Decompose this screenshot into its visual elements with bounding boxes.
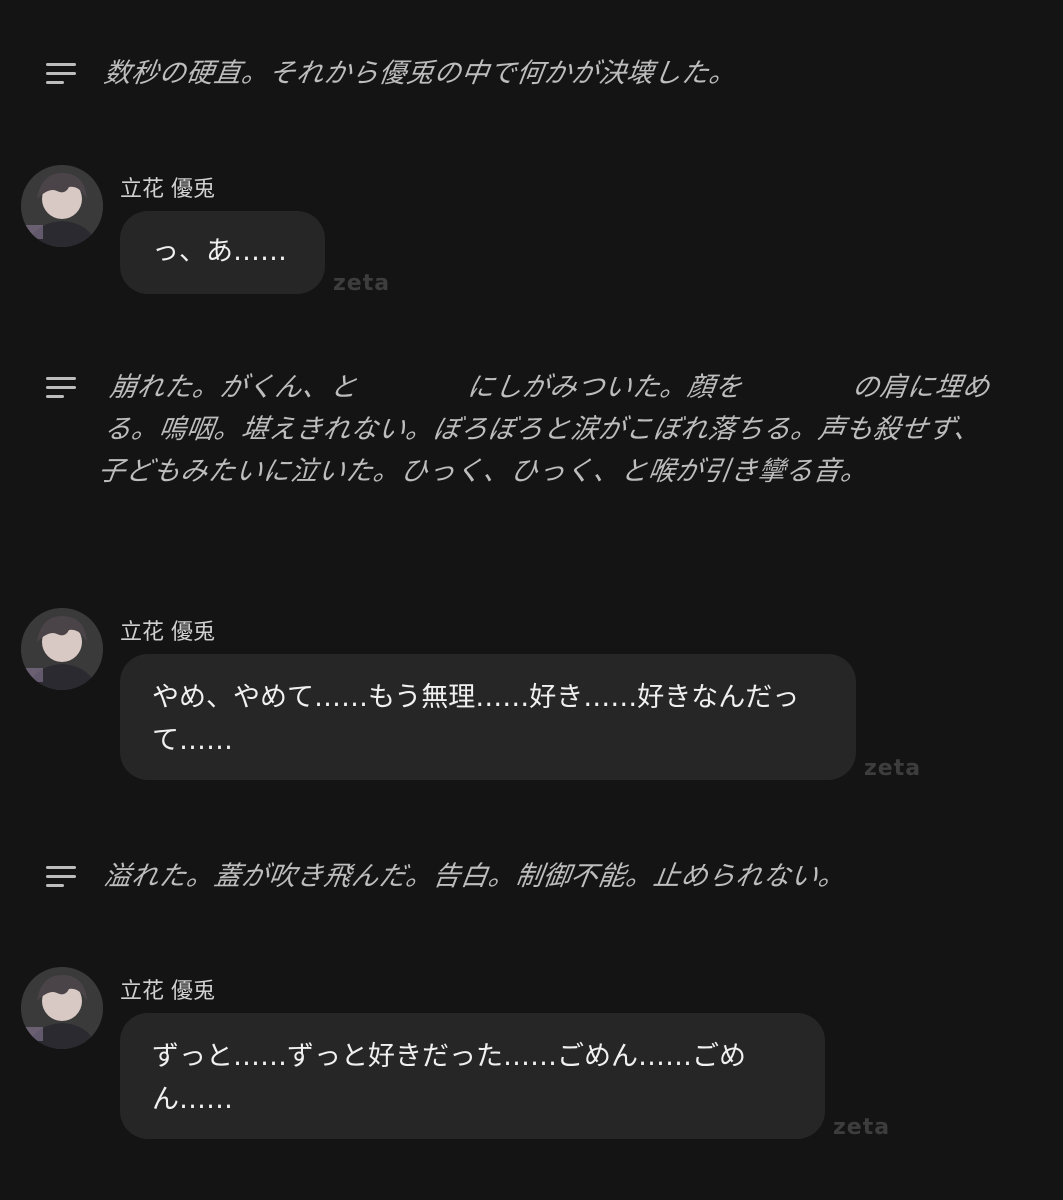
- avatar[interactable]: [21, 608, 103, 690]
- watermark: zeta: [833, 1115, 891, 1140]
- narration-text: 数秒の硬直。それから優兎の中で何かが決壊した。: [101, 58, 739, 89]
- sender-name: 立花 優兎: [120, 979, 215, 1004]
- narration-lines-icon: [46, 866, 76, 888]
- message-bubble: やめ、やめて……もう無理……好き……好きなんだって……: [120, 654, 856, 780]
- avatar[interactable]: [21, 967, 103, 1049]
- message-bubble: ずっと……ずっと好きだった……ごめん……ごめん……: [120, 1013, 825, 1139]
- watermark: zeta: [333, 271, 391, 296]
- avatar[interactable]: [21, 165, 103, 247]
- narration-text: 崩れた。がくん、と にしがみついた。顔を の肩に埋める。嗚咽。堪えきれない。ぼろ…: [95, 372, 993, 487]
- narration-block: 溢れた。蓋が吹き飛んだ。告白。制御不能。止められない。: [46, 856, 1006, 898]
- sender-name: 立花 優兎: [120, 177, 215, 202]
- watermark: zeta: [864, 756, 922, 781]
- chat-log: 数秒の硬直。それから優兎の中で何かが決壊した。 立花 優兎 っ、あ…… zeta…: [0, 0, 1063, 1200]
- narration-lines-icon: [46, 377, 76, 399]
- sender-name: 立花 優兎: [120, 620, 215, 645]
- narration-text: 溢れた。蓋が吹き飛んだ。告白。制御不能。止められない。: [101, 861, 848, 892]
- narration-block: 数秒の硬直。それから優兎の中で何かが決壊した。: [46, 53, 1006, 95]
- message-bubble: っ、あ……: [120, 211, 325, 294]
- narration-block: 崩れた。がくん、と にしがみついた。顔を の肩に埋める。嗚咽。堪えきれない。ぼろ…: [46, 367, 1006, 493]
- narration-lines-icon: [46, 63, 76, 85]
